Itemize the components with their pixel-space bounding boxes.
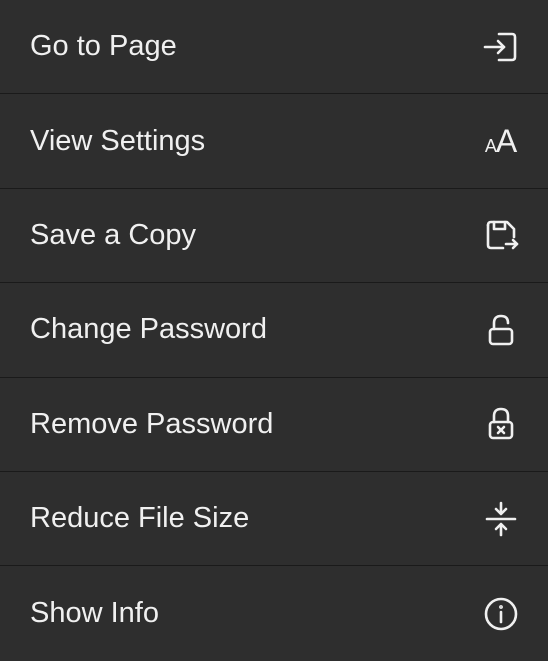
menu-item-label: Change Password: [30, 313, 267, 346]
menu-item-remove-password[interactable]: Remove Password: [0, 378, 548, 472]
menu-item-label: View Settings: [30, 125, 205, 158]
enter-page-icon: [482, 28, 520, 66]
menu-item-go-to-page[interactable]: Go to Page: [0, 0, 548, 94]
text-size-icon: AA: [482, 122, 520, 160]
menu-item-change-password[interactable]: Change Password: [0, 283, 548, 377]
menu-item-save-a-copy[interactable]: Save a Copy: [0, 189, 548, 283]
menu-item-show-info[interactable]: Show Info: [0, 566, 548, 660]
lock-remove-icon: [482, 405, 520, 443]
info-icon: [482, 595, 520, 633]
menu-item-label: Show Info: [30, 597, 159, 630]
menu-item-label: Reduce File Size: [30, 502, 249, 535]
menu-item-label: Go to Page: [30, 30, 177, 63]
unlock-icon: [482, 311, 520, 349]
compress-icon: [482, 500, 520, 538]
save-export-icon: [482, 216, 520, 254]
menu-item-reduce-file-size[interactable]: Reduce File Size: [0, 472, 548, 566]
menu-item-label: Remove Password: [30, 408, 273, 441]
context-menu: Go to Page View Settings AA Save a Copy: [0, 0, 548, 661]
menu-item-view-settings[interactable]: View Settings AA: [0, 94, 548, 188]
menu-item-label: Save a Copy: [30, 219, 196, 252]
